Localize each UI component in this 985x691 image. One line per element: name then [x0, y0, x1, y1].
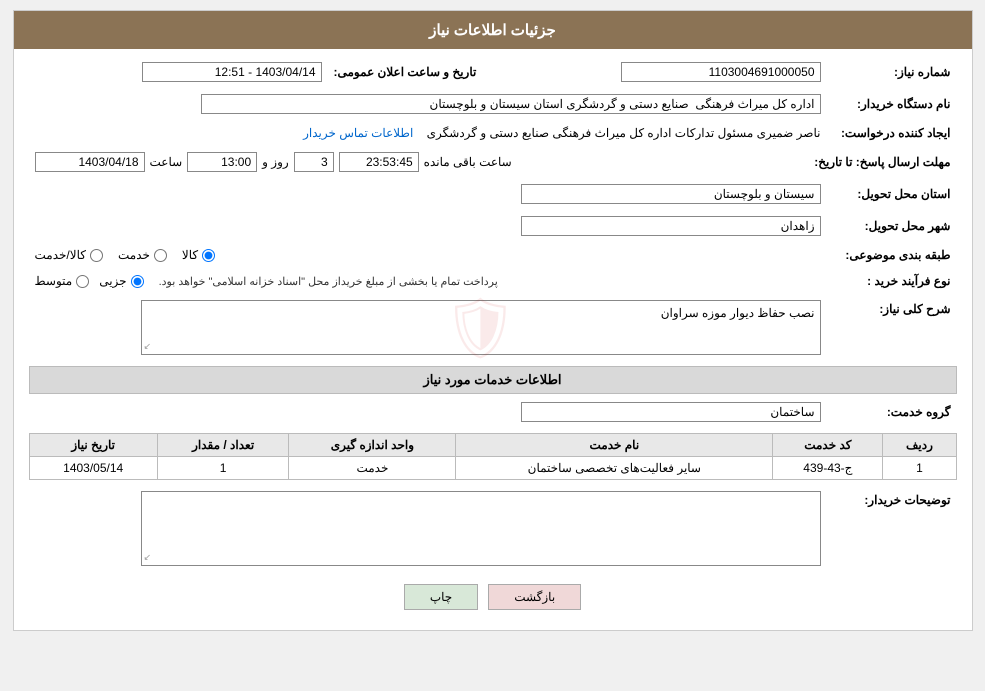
creator-value: ناصر ضمیری مسئول تدارکات اداره کل میراث … — [427, 126, 821, 140]
need-number-cell — [496, 59, 826, 85]
services-table: ردیف کد خدمت نام خدمت واحد اندازه گیری ت… — [29, 433, 957, 480]
purchase-mutavasit-label: متوسط — [35, 274, 73, 288]
description-box: 🛡 نصب حفاظ دیوار موزه سراوان ↙ — [141, 300, 821, 355]
page-container: جزئیات اطلاعات نیاز شماره نیاز: تاریخ و … — [13, 10, 973, 631]
category-khidmat: خدمت — [118, 248, 167, 262]
cell-date: 1403/05/14 — [29, 457, 157, 480]
table-row: 1 ج-43-439 سایر فعالیت‌های تخصصی ساختمان… — [29, 457, 956, 480]
description-label: شرح کلی نیاز: — [827, 297, 957, 358]
days-label: روز و — [262, 155, 289, 169]
purchase-type-cell: متوسط جزیی پرداخت تمام یا بخشی از مبلغ خ… — [29, 271, 827, 291]
province-label: استان محل تحویل: — [827, 181, 957, 207]
purchase-note: پرداخت تمام یا بخشی از مبلغ خریداز محل "… — [159, 275, 498, 288]
radio-khidmat[interactable] — [154, 249, 167, 262]
radio-jozi[interactable] — [131, 275, 144, 288]
province-row: استان محل تحویل: — [29, 181, 957, 207]
service-group-input[interactable] — [521, 402, 821, 422]
creator-label: ایجاد کننده درخواست: — [827, 123, 957, 143]
buyer-desc-box: ↙ — [141, 491, 821, 566]
deadline-row: مهلت ارسال پاسخ: تا تاریخ: ساعت روز و سا… — [29, 149, 957, 175]
radio-kala-khidmat[interactable] — [90, 249, 103, 262]
deadline-cell: ساعت روز و ساعت باقی مانده — [29, 149, 809, 175]
col-date: تاریخ نیاز — [29, 434, 157, 457]
category-row: طبقه بندی موضوعی: کالا/خدمت خدمت کالا — [29, 245, 957, 265]
cell-unit: خدمت — [289, 457, 456, 480]
col-unit: واحد اندازه گیری — [289, 434, 456, 457]
page-title: جزئیات اطلاعات نیاز — [429, 22, 556, 39]
category-kala-khidmat: کالا/خدمت — [35, 248, 103, 262]
purchase-jozi: جزیی — [99, 274, 143, 288]
need-number-label: شماره نیاز: — [827, 59, 957, 85]
buyer-desc-label: توضیحات خریدار: — [827, 488, 957, 569]
page-header: جزئیات اطلاعات نیاز — [14, 11, 972, 49]
category-kala: کالا — [182, 248, 215, 262]
service-group-cell — [29, 399, 827, 425]
buyer-desc-cell: ↙ — [29, 488, 827, 569]
description-cell: 🛡 نصب حفاظ دیوار موزه سراوان ↙ — [29, 297, 827, 358]
contact-link[interactable]: اطلاعات تماس خریدار — [303, 126, 413, 140]
buyer-org-cell — [29, 91, 827, 117]
category-label: طبقه بندی موضوعی: — [827, 245, 957, 265]
col-qty: تعداد / مقدار — [157, 434, 289, 457]
buyer-org-label: نام دستگاه خریدار: — [827, 91, 957, 117]
need-number-row: شماره نیاز: تاریخ و ساعت اعلان عمومی: — [29, 59, 957, 85]
col-row-num: ردیف — [883, 434, 956, 457]
remaining-label: ساعت باقی مانده — [424, 155, 512, 169]
province-input[interactable] — [521, 184, 821, 204]
buyer-org-row: نام دستگاه خریدار: — [29, 91, 957, 117]
province-cell — [29, 181, 827, 207]
deadline-date-input[interactable] — [35, 152, 145, 172]
city-row: شهر محل تحویل: — [29, 213, 957, 239]
cell-service-name: سایر فعالیت‌های تخصصی ساختمان — [456, 457, 773, 480]
col-service-code: کد خدمت — [773, 434, 883, 457]
category-kala-khidmat-label: کالا/خدمت — [35, 248, 86, 262]
category-kala-label: کالا — [182, 248, 198, 262]
category-cell: کالا/خدمت خدمت کالا — [29, 245, 827, 265]
date-cell — [29, 59, 328, 85]
creator-row: ایجاد کننده درخواست: ناصر ضمیری مسئول تد… — [29, 123, 957, 143]
content-area: شماره نیاز: تاریخ و ساعت اعلان عمومی: نا… — [14, 49, 972, 630]
radio-kala[interactable] — [202, 249, 215, 262]
purchase-type-row: نوع فرآیند خرید : متوسط جزیی — [29, 271, 957, 291]
buyer-desc-row: توضیحات خریدار: ↙ — [29, 488, 957, 569]
purchase-mutavasit: متوسط — [35, 274, 90, 288]
buyer-org-input[interactable] — [201, 94, 821, 114]
description-text: نصب حفاظ دیوار موزه سراوان — [661, 306, 815, 320]
remaining-time-input[interactable] — [339, 152, 419, 172]
date-label: تاریخ و ساعت اعلان عمومی: — [328, 59, 497, 85]
city-label: شهر محل تحویل: — [827, 213, 957, 239]
city-cell — [29, 213, 827, 239]
cell-row-num: 1 — [883, 457, 956, 480]
deadline-time-input[interactable] — [187, 152, 257, 172]
deadline-time-label: ساعت — [150, 155, 183, 169]
need-number-input[interactable] — [621, 62, 821, 82]
deadline-label: مهلت ارسال پاسخ: تا تاریخ: — [808, 149, 956, 175]
services-section-header: اطلاعات خدمات مورد نیاز — [29, 366, 957, 394]
purchase-type-label: نوع فرآیند خرید : — [827, 271, 957, 291]
cell-service-code: ج-43-439 — [773, 457, 883, 480]
cell-qty: 1 — [157, 457, 289, 480]
days-input[interactable] — [294, 152, 334, 172]
col-service-name: نام خدمت — [456, 434, 773, 457]
radio-mutavasit[interactable] — [76, 275, 89, 288]
service-group-label: گروه خدمت: — [827, 399, 957, 425]
back-button[interactable]: بازگشت — [488, 584, 581, 610]
city-input[interactable] — [521, 216, 821, 236]
purchase-jozi-label: جزیی — [99, 274, 126, 288]
creator-cell: ناصر ضمیری مسئول تدارکات اداره کل میراث … — [29, 123, 827, 143]
service-group-row: گروه خدمت: — [29, 399, 957, 425]
date-input[interactable] — [142, 62, 322, 82]
resize-handle-icon: ↙ — [144, 552, 152, 563]
button-row: بازگشت چاپ — [29, 584, 957, 610]
print-button[interactable]: چاپ — [404, 584, 478, 610]
category-khidmat-label: خدمت — [118, 248, 150, 262]
description-row: شرح کلی نیاز: 🛡 نصب حفاظ دیوار موزه سراو… — [29, 297, 957, 358]
